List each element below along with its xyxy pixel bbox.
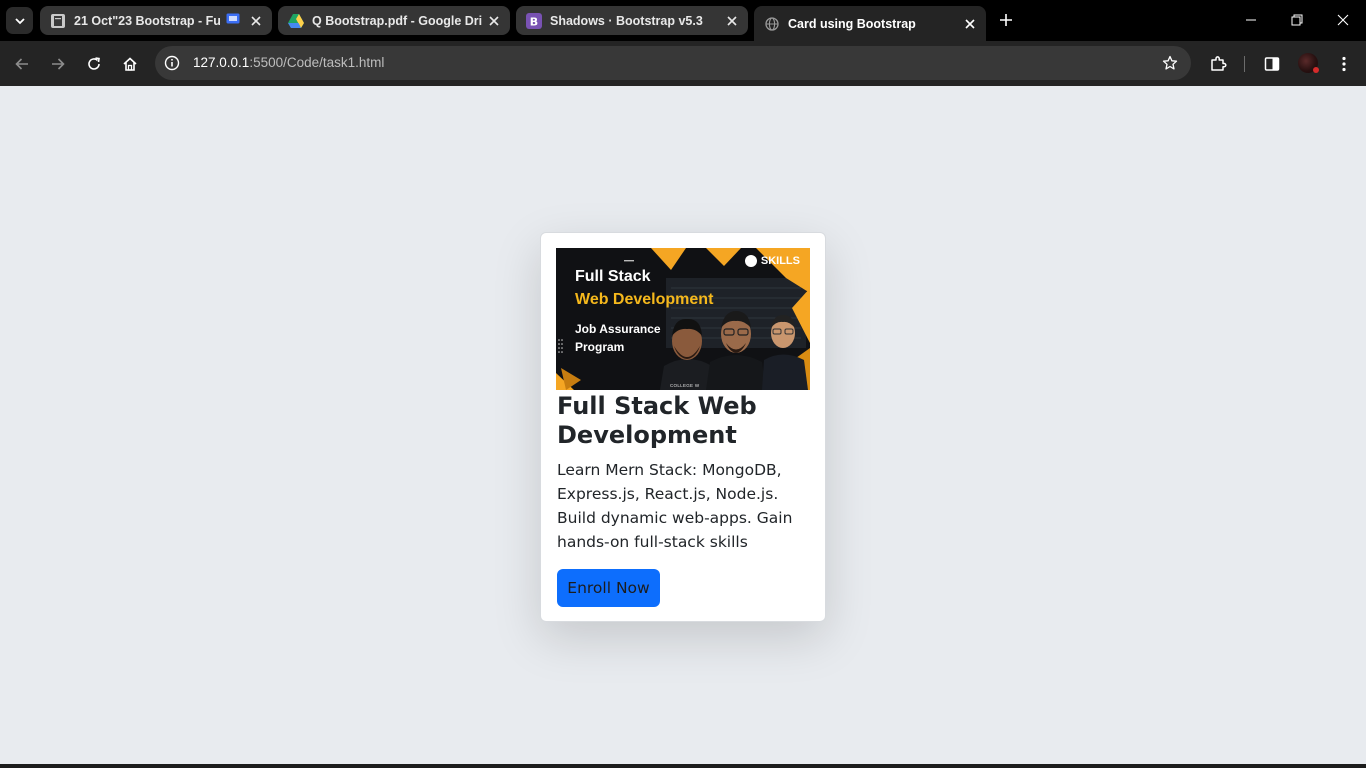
home-icon xyxy=(123,57,137,71)
tab-title: Q Bootstrap.pdf - Google Drive xyxy=(312,13,482,28)
arrow-right-icon xyxy=(52,58,65,70)
bookmark-star-icon[interactable] xyxy=(1161,54,1179,72)
tab-bootstrap-shadows[interactable]: B Shadows · Bootstrap v5.3 xyxy=(516,6,748,35)
banner-college-text: COLLEGE W xyxy=(670,383,700,388)
reload-button[interactable] xyxy=(80,50,108,78)
plus-icon xyxy=(1000,14,1012,26)
course-card: SKILLS Full Stack Web Development Job As… xyxy=(540,232,826,622)
new-tab-button[interactable] xyxy=(995,9,1017,31)
forward-button[interactable] xyxy=(44,50,72,78)
skills-logo-icon xyxy=(744,255,757,267)
restore-button[interactable] xyxy=(1274,0,1320,40)
close-icon[interactable] xyxy=(724,13,740,29)
address-bar[interactable]: 127.0.0.1:5500/Code/task1.html xyxy=(155,46,1191,80)
banner-headline: Full Stack xyxy=(575,268,651,285)
close-icon[interactable] xyxy=(962,16,978,32)
side-panel-button[interactable] xyxy=(1258,50,1286,78)
close-window-button[interactable] xyxy=(1320,0,1366,40)
tab-search-button[interactable] xyxy=(6,7,33,34)
skills-logo-text: SKILLS xyxy=(760,255,800,267)
close-icon xyxy=(1337,14,1349,26)
tab-strip: 21 Oct"23 Bootstrap - Full S Q Bootstrap… xyxy=(0,0,1366,41)
banner-subheadline: Web Development xyxy=(575,291,714,308)
card-text: Learn Mern Stack: MongoDB, Express.js, R… xyxy=(557,461,793,551)
reload-icon xyxy=(88,57,100,70)
close-icon[interactable] xyxy=(486,13,502,29)
info-icon[interactable] xyxy=(163,54,181,72)
svg-text:B: B xyxy=(530,15,538,28)
tab-title: 21 Oct"23 Bootstrap - Full S xyxy=(74,13,220,28)
tab-google-drive[interactable]: Q Bootstrap.pdf - Google Drive xyxy=(278,6,510,35)
toolbar-divider xyxy=(1244,56,1245,72)
minimize-icon xyxy=(1246,19,1256,21)
bootstrap-icon: B xyxy=(526,12,542,29)
tab-bootstrap-notes[interactable]: 21 Oct"23 Bootstrap - Full S xyxy=(40,6,272,35)
extensions-button[interactable] xyxy=(1204,50,1232,78)
side-panel-icon xyxy=(1264,57,1280,71)
puzzle-icon xyxy=(1211,56,1227,71)
skills-logo: SKILLS xyxy=(744,255,800,267)
card-title: Full Stack Web Development xyxy=(557,392,757,449)
globe-icon xyxy=(764,16,780,32)
profile-avatar[interactable] xyxy=(1298,53,1319,73)
screen-share-icon xyxy=(226,13,240,28)
enroll-now-button[interactable]: Enroll Now xyxy=(557,569,660,607)
minimize-button[interactable] xyxy=(1228,0,1274,40)
chevron-down-icon xyxy=(14,17,25,24)
back-button[interactable] xyxy=(8,50,36,78)
arrow-left-icon xyxy=(15,58,28,70)
tab-title: Shadows · Bootstrap v5.3 xyxy=(550,13,703,28)
tab-title: Card using Bootstrap xyxy=(788,16,916,31)
browser-toolbar: 127.0.0.1:5500/Code/task1.html xyxy=(0,41,1366,86)
tab-card-using-bootstrap[interactable]: Card using Bootstrap xyxy=(754,6,986,41)
kebab-menu-icon xyxy=(1342,56,1346,72)
url-text[interactable]: 127.0.0.1:5500/Code/task1.html xyxy=(193,55,384,70)
page-viewport: SKILLS Full Stack Web Development Job As… xyxy=(0,86,1366,768)
close-icon[interactable] xyxy=(248,13,264,29)
url-path: :5500/Code/task1.html xyxy=(249,55,385,70)
home-button[interactable] xyxy=(116,50,144,78)
url-host: 127.0.0.1 xyxy=(193,55,250,70)
card-image: SKILLS Full Stack Web Development Job As… xyxy=(556,248,810,390)
menu-button[interactable] xyxy=(1330,50,1358,78)
banner-program: Job Assurance Program xyxy=(575,322,661,354)
taskbar-edge xyxy=(0,764,1366,768)
page-icon xyxy=(50,13,66,29)
restore-icon xyxy=(1291,14,1303,26)
google-drive-icon xyxy=(288,13,304,29)
